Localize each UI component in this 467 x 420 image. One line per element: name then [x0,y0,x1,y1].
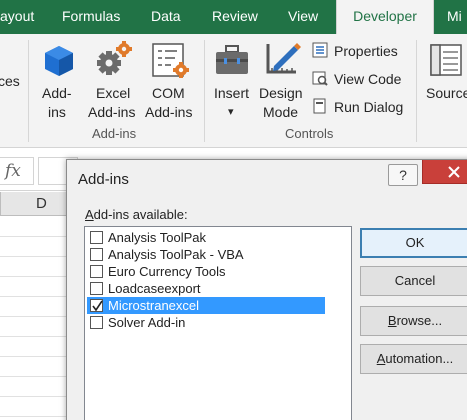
addins-label-1: Add- [42,85,72,101]
addins-button[interactable]: Add- ins [36,38,82,124]
list-item-label: Analysis ToolPak [108,230,207,245]
ok-button[interactable]: OK [360,228,467,258]
source-label: Source [426,85,467,101]
excel-addins-label-2: Add-ins [88,104,136,120]
column-divider [0,192,1,216]
cancel-button[interactable]: Cancel [360,266,467,296]
list-item[interactable]: Analysis ToolPak [87,229,325,246]
gears-icon [97,41,132,75]
insert-function-button[interactable]: fx [0,157,34,185]
list-item[interactable]: Euro Currency Tools [87,263,325,280]
controls-group-label: Controls [285,126,334,141]
properties-label: Properties [334,43,398,59]
tab-review[interactable]: Review [212,0,258,34]
view-code-icon [312,71,328,86]
xml-source-icon [430,44,462,76]
checkbox-checked[interactable] [90,299,103,312]
dialog-title: Add-ins [78,171,129,188]
close-button[interactable] [422,160,467,184]
list-item-label: Solver Add-in [108,315,186,330]
list-item-label: Loadcaseexport [108,281,201,296]
column-header-d[interactable]: D [36,195,47,212]
addins-listbox[interactable]: Analysis ToolPak Analysis ToolPak - VBA … [84,226,352,420]
view-code-label: View Code [334,71,402,87]
list-item-label: Microstranexcel [108,298,200,313]
addins-cube-icon [45,46,73,76]
design-mode-label-1: Design [259,85,303,101]
list-item-selected[interactable]: Microstranexcel [87,297,325,314]
ribbon: ces Add- ins Excel Add-ins COM Add-ins A… [0,34,467,148]
automation-button[interactable]: Automation... [360,344,467,374]
help-button[interactable]: ? [388,164,418,186]
ribbon-tab-bar: ayout Formulas Data Review View Develope… [0,0,467,34]
tab-data[interactable]: Data [151,0,181,34]
browse-label: rowse... [396,313,443,328]
checkmark-icon [92,300,103,312]
fx-icon: fx [5,161,21,181]
list-item-label: Analysis ToolPak - VBA [108,247,244,262]
design-mode-label-2: Mode [263,104,299,120]
addins-group-label: Add-ins [92,126,137,141]
insert-control-button[interactable]: Insert ▾ [208,38,256,124]
toolbox-icon [216,45,248,74]
com-addins-button[interactable]: COM Add-ins [143,38,203,124]
list-item[interactable]: Loadcaseexport [87,280,325,297]
insert-label: Insert [214,85,250,101]
addins-available-label: Add-ins available: [85,207,188,222]
addins-label-2: ins [48,104,66,120]
design-mode-button[interactable]: Design Mode [256,38,310,124]
com-addins-label-1: COM [152,85,185,101]
com-addins-icon [152,43,189,78]
list-item-label: Euro Currency Tools [108,264,226,279]
properties-icon [312,42,328,58]
excel-addins-button[interactable]: Excel Add-ins [84,38,144,124]
tab-more[interactable]: Mi [447,0,462,34]
automation-label: utomation... [385,351,454,366]
group-separator [28,40,29,142]
tab-page-layout[interactable]: ayout [0,0,34,34]
excel-addins-label-1: Excel [96,85,131,101]
checkbox[interactable] [90,231,103,244]
help-icon: ? [399,167,407,183]
group-separator [204,40,205,142]
accel-letter: A [85,207,94,222]
design-mode-icon [266,43,301,74]
tab-formulas[interactable]: Formulas [62,0,120,34]
addins-dialog: Add-ins ? Add-ins available: Analysis To… [66,159,467,420]
tab-developer[interactable]: Developer [336,0,434,34]
checkbox[interactable] [90,316,103,329]
checkbox[interactable] [90,265,103,278]
browse-button[interactable]: Browse... [360,306,467,336]
source-button[interactable]: Source [420,38,467,124]
chevron-down-icon: ▾ [228,106,234,118]
checkbox[interactable] [90,248,103,261]
run-dialog-label: Run Dialog [334,99,404,115]
sources-button-cut[interactable]: ces [0,72,20,91]
group-separator [416,40,417,142]
tab-view[interactable]: View [288,0,318,34]
run-dialog-icon [313,98,326,114]
list-item[interactable]: Analysis ToolPak - VBA [87,246,325,263]
com-addins-label-2: Add-ins [145,104,193,120]
list-item[interactable]: Solver Add-in [87,314,325,331]
checkbox[interactable] [90,282,103,295]
addins-available-text: dd-ins available: [93,207,188,222]
accel-letter: B [387,313,397,328]
close-icon [448,166,460,178]
